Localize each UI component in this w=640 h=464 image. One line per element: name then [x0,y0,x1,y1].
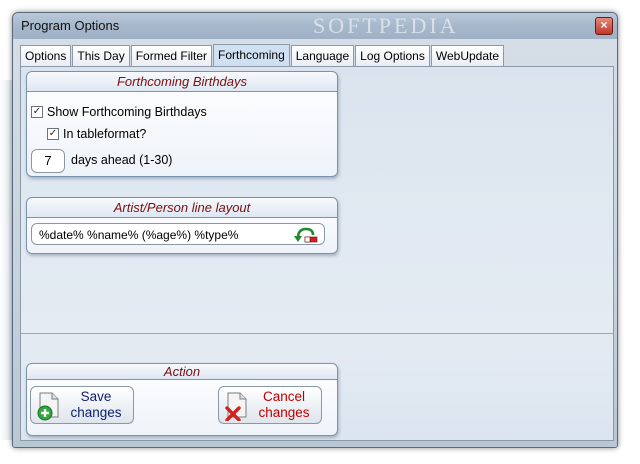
tab-formed-filter[interactable]: Formed Filter [130,45,213,66]
tab-options[interactable]: Options [20,45,72,66]
tableformat-label: In tableformat? [63,127,147,141]
forthcoming-tab-panel: Forthcoming Birthdays ✓ Show Forthcoming… [20,66,614,441]
checkbox-check-icon: ✓ [47,128,59,140]
tab-strip: Options This Day Formed Filter Forthcomi… [20,44,505,67]
line-layout-title: Artist/Person line layout [27,198,337,218]
line-layout-group: Artist/Person line layout %date% %name% … [26,197,338,254]
action-title: Action [27,364,337,380]
save-line2: changes [70,405,122,420]
save-line1: Save [80,389,112,404]
tab-forthcoming[interactable]: Forthcoming [213,44,290,67]
checkbox-check-icon: ✓ [31,106,43,118]
days-ahead-label: days ahead (1-30) [71,153,173,167]
save-document-icon [37,392,59,421]
save-changes-label: Save changes [63,389,129,421]
softpedia-watermark: SOFTPEDIA [313,13,459,38]
program-options-window: Program Options SOFTPEDIA × Options This… [12,12,618,448]
action-group: Action Save changes Cancel changes [26,363,338,436]
cancel-line2: changes [258,405,310,420]
title-bar[interactable]: Program Options SOFTPEDIA × [13,13,617,39]
window-title: Program Options [21,18,120,33]
cancel-changes-button[interactable]: Cancel changes [218,386,322,424]
line-layout-value: %date% %name% (%age%) %type% [39,228,239,242]
tableformat-checkbox[interactable]: ✓ In tableformat? [47,127,146,141]
close-button[interactable]: × [595,17,613,35]
background-strip [0,80,12,440]
cancel-changes-label: Cancel changes [251,389,317,421]
undo-icon[interactable] [293,226,319,244]
cancel-document-icon [225,392,247,421]
show-birthdays-checkbox[interactable]: ✓ Show Forthcoming Birthdays [31,105,207,119]
forthcoming-birthdays-group: Forthcoming Birthdays ✓ Show Forthcoming… [26,71,338,177]
show-birthdays-label: Show Forthcoming Birthdays [47,105,207,119]
save-changes-button[interactable]: Save changes [30,386,134,424]
tab-language[interactable]: Language [290,45,355,66]
tab-webupdate[interactable]: WebUpdate [430,45,505,66]
panel-divider [21,333,613,334]
tab-this-day[interactable]: This Day [72,45,130,66]
days-ahead-input[interactable]: 7 [31,149,65,173]
cancel-line1: Cancel [262,389,306,404]
forthcoming-birthdays-title: Forthcoming Birthdays [27,72,337,92]
tab-log-options[interactable]: Log Options [355,45,430,66]
line-layout-input[interactable]: %date% %name% (%age%) %type% [31,223,325,245]
